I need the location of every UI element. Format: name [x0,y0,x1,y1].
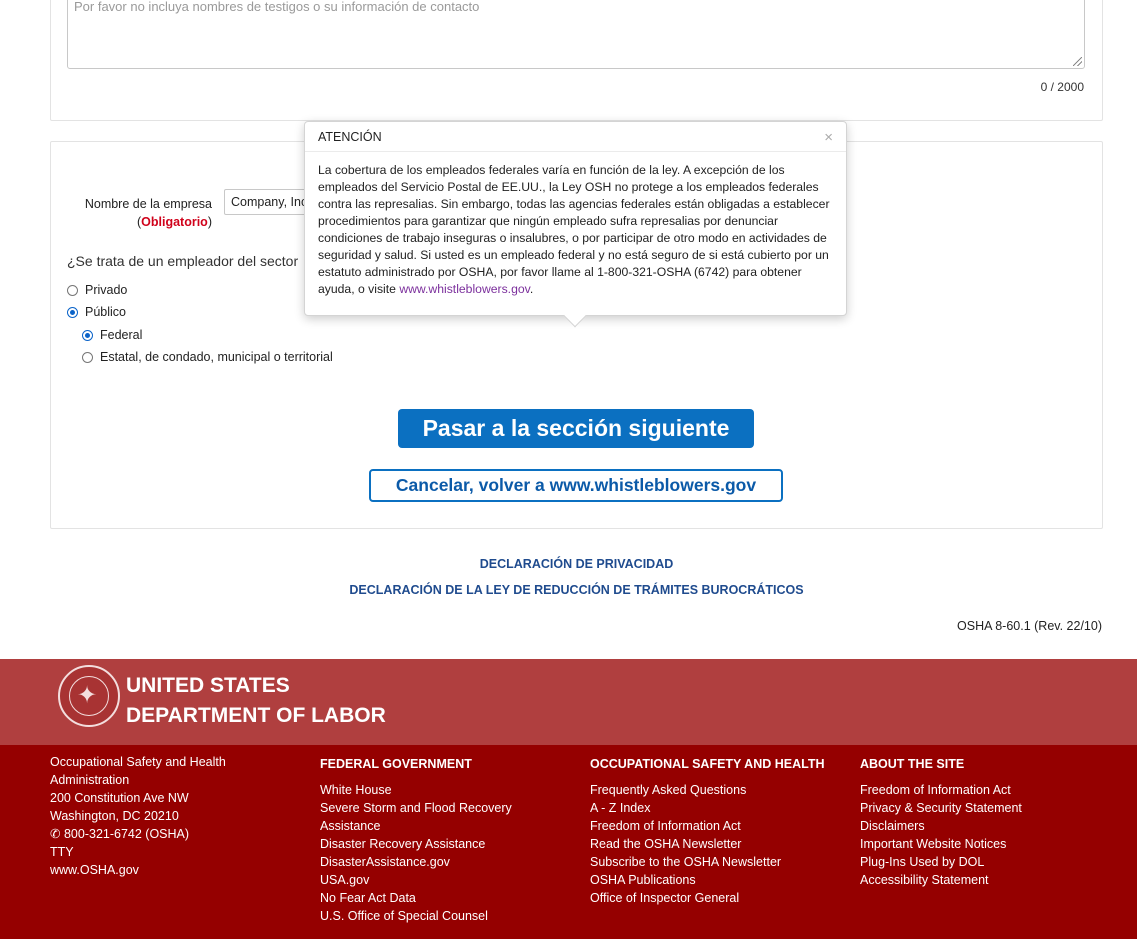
footer-link[interactable]: Plug-Ins Used by DOL [860,853,1100,871]
witness-placeholder: Por favor no incluya nombres de testigos… [74,0,480,14]
address-line: Administration [50,773,130,787]
popover-text: La cobertura de los empleados federales … [318,163,830,296]
next-section-button[interactable]: Pasar a la sección siguiente [398,409,754,448]
radio-selected-icon[interactable] [82,329,93,341]
footer-link[interactable]: A - Z Index [590,799,850,817]
eagle-icon: ✦ [77,682,98,709]
footer-heading: ABOUT THE SITE [860,757,965,771]
tty-link[interactable]: TTY [50,843,290,861]
close-icon[interactable]: × [824,129,833,146]
dol-line2: DEPARTMENT OF LABOR [126,704,386,727]
footer-link[interactable]: Freedom of Information Act [860,781,1100,799]
char-counter: 0 / 2000 [1040,80,1084,94]
popover-divider [305,151,846,152]
radio-public[interactable]: Público [67,305,126,319]
whistleblowers-link[interactable]: www.whistleblowers.gov [399,282,530,296]
radio-private[interactable]: Privado [67,283,127,297]
footer-link[interactable]: DisasterAssistance.gov [320,853,570,871]
privacy-statement-link[interactable]: DECLARACIÓN DE PRIVACIDAD [0,557,1137,571]
footer-heading: FEDERAL GOVERNMENT [320,757,472,771]
footer-heading: OCCUPATIONAL SAFETY AND HEALTH [590,757,825,771]
footer-link[interactable]: Office of Inspector General [590,889,850,907]
radio-federal[interactable]: Federal [82,328,142,342]
footer-address: Occupational Safety and Health Administr… [50,753,290,879]
phone-line[interactable]: ✆ 800-321-6742 (OSHA) [50,825,290,843]
footer-federal-column: FEDERAL GOVERNMENT White House Severe St… [320,755,570,925]
popover-body: La cobertura de los empleados federales … [318,162,836,298]
radio-private-label: Privado [85,283,128,297]
witness-textarea[interactable]: Por favor no incluya nombres de testigos… [67,0,1085,69]
phone-number: 800-321-6742 (OSHA) [63,827,190,841]
footer-link[interactable]: Disaster Recovery Assistance [320,835,570,853]
resize-grip-icon[interactable] [1073,57,1082,66]
footer-link[interactable]: USA.gov [320,871,570,889]
radio-state-label: Estatal, de condado, municipal o territo… [100,350,333,364]
footer-link[interactable]: U.S. Office of Special Counsel [320,907,570,925]
company-label: Nombre de la empresa (Obligatorio) [62,195,212,231]
radio-circle-icon[interactable] [82,351,93,363]
paperwork-reduction-link[interactable]: DECLARACIÓN DE LA LEY DE REDUCCIÓN DE TR… [0,583,1137,597]
form-identifier: OSHA 8-60.1 (Rev. 22/10) [957,619,1102,633]
footer-link[interactable]: White House [320,781,570,799]
popover-period: . [529,282,534,296]
footer-link[interactable]: Severe Storm and Flood Recovery [320,799,570,817]
footer-link[interactable]: No Fear Act Data [320,889,570,907]
phone-icon: ✆ [50,827,61,841]
address-line: Occupational Safety and Health [50,755,226,769]
popover-title: ATENCIÓN [318,130,382,144]
footer-link[interactable]: Disclaimers [860,817,1100,835]
radio-federal-label: Federal [100,328,143,342]
required-close: ) [207,215,212,229]
footer-link[interactable]: Accessibility Statement [860,871,1100,889]
address-line: 200 Constitution Ave NW [50,791,189,805]
footer-about-column: ABOUT THE SITE Freedom of Information Ac… [860,755,1100,889]
footer-link[interactable]: Important Website Notices [860,835,1100,853]
federal-coverage-popover: ATENCIÓN × La cobertura de los empleados… [304,121,847,328]
footer-link[interactable]: Privacy & Security Statement [860,799,1100,817]
footer-link[interactable]: OSHA Publications [590,871,850,889]
cancel-button[interactable]: Cancelar, volver a www.whistleblowers.go… [369,469,783,502]
footer-link[interactable]: Subscribe to the OSHA Newsletter [590,853,850,871]
footer-osha-column: OCCUPATIONAL SAFETY AND HEALTH Frequentl… [590,755,850,907]
footer-link[interactable]: Frequently Asked Questions [590,781,850,799]
footer-link[interactable]: Assistance [320,817,570,835]
required-marker: Obligatorio [141,215,208,229]
radio-public-label: Público [85,305,126,319]
address-line: Washington, DC 20210 [50,809,179,823]
radio-state[interactable]: Estatal, de condado, municipal o territo… [82,350,333,364]
company-label-text: Nombre de la empresa [84,197,212,211]
radio-circle-icon[interactable] [67,284,78,296]
dol-line1: UNITED STATES [126,674,290,697]
osha-site-link[interactable]: www.OSHA.gov [50,861,290,879]
sector-question: ¿Se trata de un empleador del sector [67,253,299,269]
radio-selected-icon[interactable] [67,306,78,318]
footer-link[interactable]: Read the OSHA Newsletter [590,835,850,853]
dol-logo-text[interactable]: UNITED STATES DEPARTMENT OF LABOR [126,671,386,731]
footer-link[interactable]: Freedom of Information Act [590,817,850,835]
dol-seal-icon[interactable]: ✦ [58,665,120,727]
